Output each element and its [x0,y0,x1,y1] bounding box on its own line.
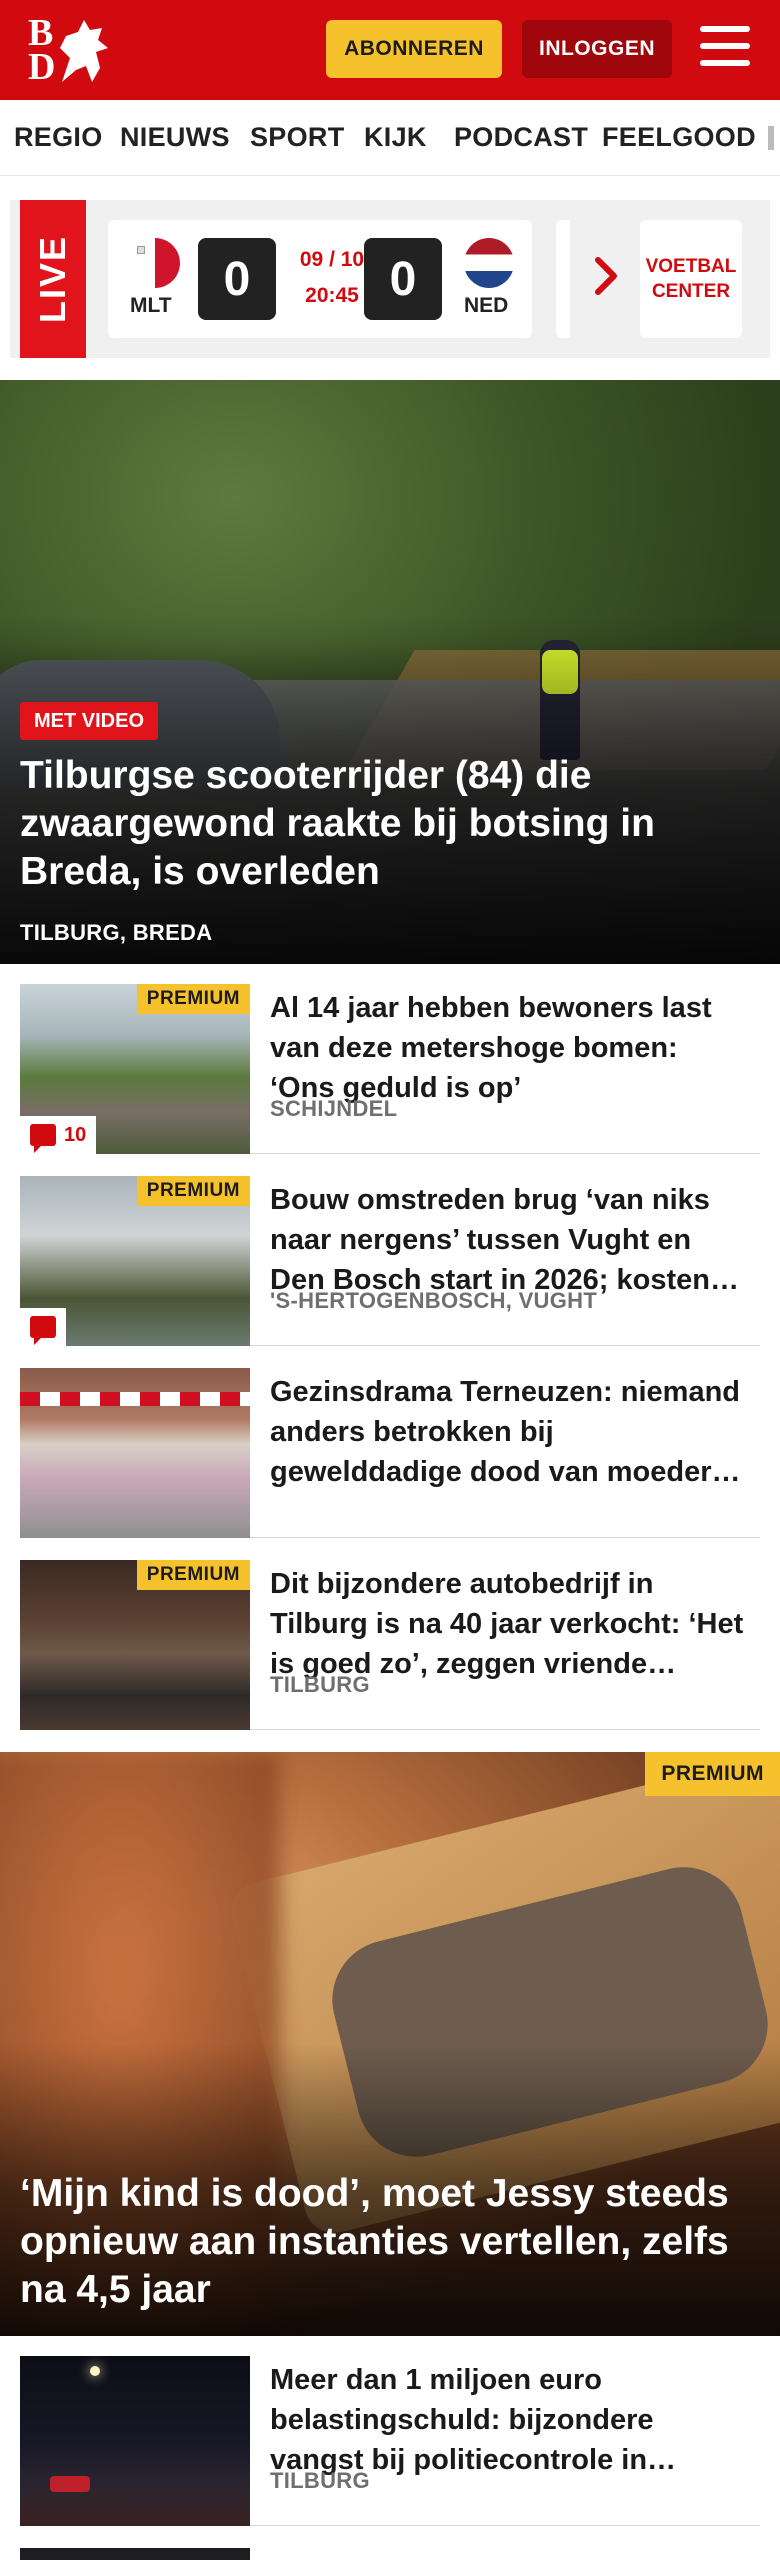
away-score: 0 [364,238,442,320]
subscribe-button[interactable]: ABONNEREN [326,20,502,78]
list-item[interactable]: Gezinsdrama Terneuzen: niemand anders be… [20,1348,760,1538]
netherlands-flag-icon [464,238,514,288]
street-light [90,2366,100,2376]
feature-article[interactable]: PREMIUM ‘Mijn kind is dood’, moet Jessy … [0,1752,780,2336]
list-item[interactable]: PREMIUM Dit bijzondere autobedrijf in Ti… [20,1540,760,1730]
nav-item-podcast[interactable]: PODCAST [454,122,588,153]
nav-item-feelgood[interactable]: FEELGOOD [602,122,756,153]
article-thumbnail: PREMIUM 10 [20,984,250,1154]
article-thumbnail [20,2356,250,2526]
match-time: 20:45 [305,284,359,307]
voetbal-center-link[interactable]: VOETBAL CENTER [640,220,742,338]
home-team: MLT [130,294,172,317]
hero-location: TILBURG, BREDA [20,920,213,945]
video-badge: MET VIDEO [20,702,159,740]
premium-badge: PREMIUM [136,1176,250,1206]
premium-badge: PREMIUM [136,984,250,1014]
comment-count[interactable] [20,1308,66,1346]
article-thumbnail [20,1368,250,1538]
match-date: 09 / 10 [299,248,365,271]
live-scores-strip: LIVE MLT 0 09 / 10 20:45 0 NED VOETBAL C… [10,200,770,358]
article-title[interactable]: Al 14 jaar hebben bewoners last van deze… [270,988,750,1108]
login-button[interactable]: INLOGGEN [522,20,672,78]
horse-logo-icon [60,20,108,82]
nav-overflow-indicator [768,126,774,150]
article-title[interactable]: Gezinsdrama Terneuzen: niemand anders be… [270,1372,750,1492]
comment-count-value: 10 [64,1123,87,1146]
next-match-card-edge[interactable] [556,220,570,338]
article-title[interactable]: Dit bijzondere autobedrijf in Tilburg is… [270,1564,750,1684]
hamburger-icon[interactable] [700,26,752,70]
away-team: NED [464,294,509,317]
police-tape [20,1392,250,1406]
hero-title[interactable]: Tilburgse scooterrijder (84) die zwaarge… [20,752,740,896]
home-score: 0 [198,238,276,320]
comment-icon [30,1316,56,1345]
article-location: TILBURG [270,2468,370,2493]
malta-flag-icon [130,238,180,288]
list-item[interactable]: Meer dan 1 miljoen euro belastingschuld:… [20,2336,760,2526]
nav-item-sport[interactable]: SPORT [250,122,345,153]
nav-item-nieuws[interactable]: NIEUWS [120,122,230,153]
list-item[interactable]: PREMIUM Bouw omstreden brug ‘van niks na… [20,1156,760,1346]
match-card[interactable]: MLT 0 09 / 10 20:45 0 NED [108,220,532,338]
live-label: LIVE [20,200,86,358]
voetbal-center-label-1: VOETBAL [645,256,737,277]
car-taillights [50,2476,90,2492]
article-location: 'S-HERTOGENBOSCH, VUGHT [270,1288,598,1313]
site-logo[interactable]: B D [24,14,114,86]
voetbal-center-label-2: CENTER [651,281,731,302]
premium-badge: PREMIUM [645,1752,780,1796]
premium-badge: PREMIUM [136,1560,250,1590]
comment-count[interactable]: 10 [20,1116,97,1154]
article-thumbnail: PREMIUM [20,1176,250,1346]
article-title[interactable]: Meer dan 1 miljoen euro belastingschuld:… [270,2360,750,2480]
list-item[interactable]: PREMIUM 10 Al 14 jaar hebben bewoners la… [20,964,760,1154]
comment-icon [30,1124,56,1153]
article-location: SCHIJNDEL [270,1096,398,1121]
hero-article[interactable]: MET VIDEO Tilburgse scooterrijder (84) d… [0,380,780,964]
article-location: TILBURG [270,1672,370,1697]
article-title[interactable]: Bouw omstreden brug ‘van niks naar nerge… [270,1180,750,1300]
nav-item-regio[interactable]: REGIO [14,122,103,153]
article-thumbnail: PREMIUM [20,1560,250,1730]
nav-item-kijk[interactable]: KIJK [364,122,427,153]
chevron-right-icon[interactable] [594,256,618,296]
feature-title[interactable]: ‘Mijn kind is dood’, moet Jessy steeds o… [20,2170,760,2314]
article-thumbnail-partial [20,2548,250,2560]
site-header: B D ABONNEREN INLOGGEN [0,0,780,100]
section-nav: REGIO NIEUWS SPORT KIJK PODCAST FEELGOOD [0,100,780,176]
